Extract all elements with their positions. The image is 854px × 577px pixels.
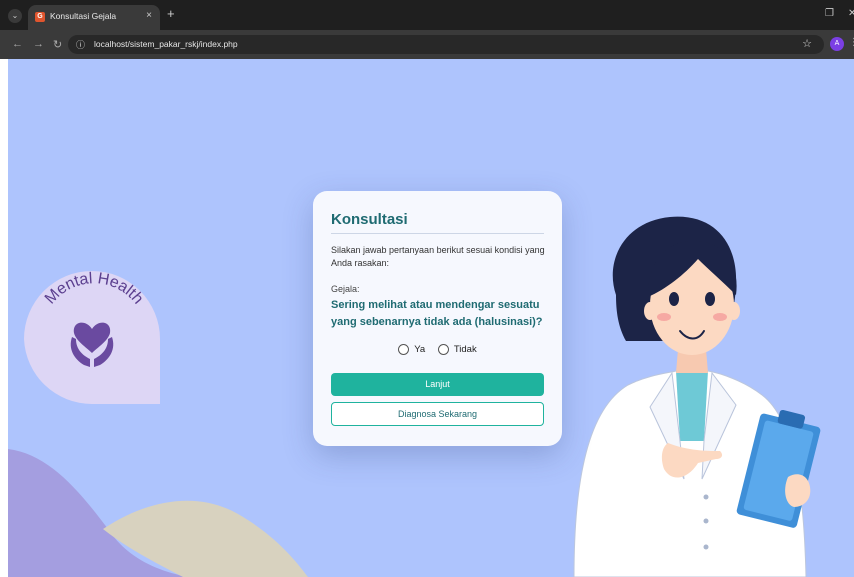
- profile-avatar[interactable]: A: [830, 37, 844, 51]
- page-background: Mental Health Konsultasi Silakan jawab p…: [8, 59, 854, 577]
- menu-kebab-icon[interactable]: ⋮: [849, 37, 854, 48]
- tab-title: Konsultasi Gejala: [50, 11, 117, 21]
- tab-close-icon[interactable]: ×: [146, 10, 152, 21]
- next-button[interactable]: Lanjut: [331, 373, 544, 396]
- diagnose-now-button[interactable]: Diagnosa Sekarang: [331, 402, 544, 426]
- card-intro-text: Silakan jawab pertanyaan berikut sesuai …: [331, 245, 545, 268]
- close-window-icon[interactable]: ✕: [848, 8, 854, 19]
- radio-no[interactable]: [437, 344, 449, 355]
- browser-toolbar: ← → ↻ ⓘ localhost/sistem_pakar_rskj/inde…: [0, 30, 854, 59]
- site-info-icon[interactable]: ⓘ: [76, 38, 85, 51]
- url-text[interactable]: localhost/sistem_pakar_rskj/index.php: [94, 39, 238, 49]
- restore-window-icon[interactable]: ❐: [825, 8, 834, 19]
- doctor-illustration: [573, 216, 821, 577]
- option-no[interactable]: Tidak: [437, 344, 477, 355]
- option-yes[interactable]: Ya: [398, 344, 425, 355]
- back-icon[interactable]: ←: [12, 38, 23, 50]
- mental-health-logo: Mental Health: [24, 270, 160, 405]
- reload-icon[interactable]: ↻: [53, 38, 62, 51]
- symptom-question: Sering melihat atau mendengar sesuatu ya…: [331, 299, 543, 328]
- new-tab-icon[interactable]: +: [167, 7, 175, 21]
- answer-options: Ya Tidak: [313, 344, 562, 358]
- address-bar[interactable]: ⓘ localhost/sistem_pakar_rskj/index.php …: [68, 35, 824, 54]
- bookmark-star-icon[interactable]: ☆: [802, 37, 812, 50]
- card-title: Konsultasi: [331, 211, 408, 228]
- option-no-label: Tidak: [453, 344, 477, 355]
- tab-search-icon[interactable]: ⌄: [8, 9, 22, 23]
- forward-icon[interactable]: →: [33, 38, 44, 50]
- card-divider: [331, 233, 544, 234]
- favicon-icon: G: [35, 12, 45, 22]
- browser-tab[interactable]: G Konsultasi Gejala ×: [28, 5, 160, 30]
- consultation-card: Konsultasi Silakan jawab pertanyaan beri…: [313, 191, 562, 446]
- option-yes-label: Ya: [414, 344, 426, 355]
- radio-yes[interactable]: [398, 344, 410, 355]
- symptom-label: Gejala:: [331, 284, 360, 294]
- browser-tab-strip: ⌄ G Konsultasi Gejala × + ❐ ✕: [0, 0, 854, 30]
